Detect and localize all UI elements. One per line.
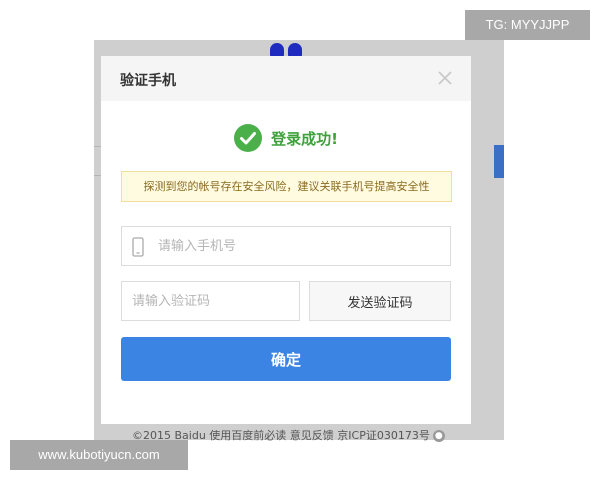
police-badge-icon: ● xyxy=(432,430,445,442)
login-success-message: 登录成功! xyxy=(101,124,471,152)
security-notice: 探测到您的帐号存在安全风险，建议关联手机号提高安全性 xyxy=(121,171,452,202)
success-text: 登录成功! xyxy=(271,129,338,148)
confirm-button[interactable]: 确定 xyxy=(121,337,451,381)
phone-input[interactable] xyxy=(158,227,443,265)
watermark-bottom: www.kubotiyucn.com xyxy=(10,440,188,470)
verify-phone-dialog: 验证手机 登录成功! 探测到您的帐号存在安全风险，建议关联手机号提高安全性 发送… xyxy=(101,56,471,424)
check-circle-icon xyxy=(234,124,263,152)
watermark-top: TG: MYYJJPP xyxy=(465,10,590,40)
background-search-button xyxy=(494,145,504,178)
verification-code-input[interactable] xyxy=(121,281,300,321)
phone-field[interactable] xyxy=(121,226,451,266)
dialog-header: 验证手机 xyxy=(101,56,471,101)
send-code-button[interactable]: 发送验证码 xyxy=(309,281,451,321)
dialog-title: 验证手机 xyxy=(120,73,176,89)
close-icon[interactable] xyxy=(437,70,453,86)
mobile-phone-icon xyxy=(132,237,144,257)
